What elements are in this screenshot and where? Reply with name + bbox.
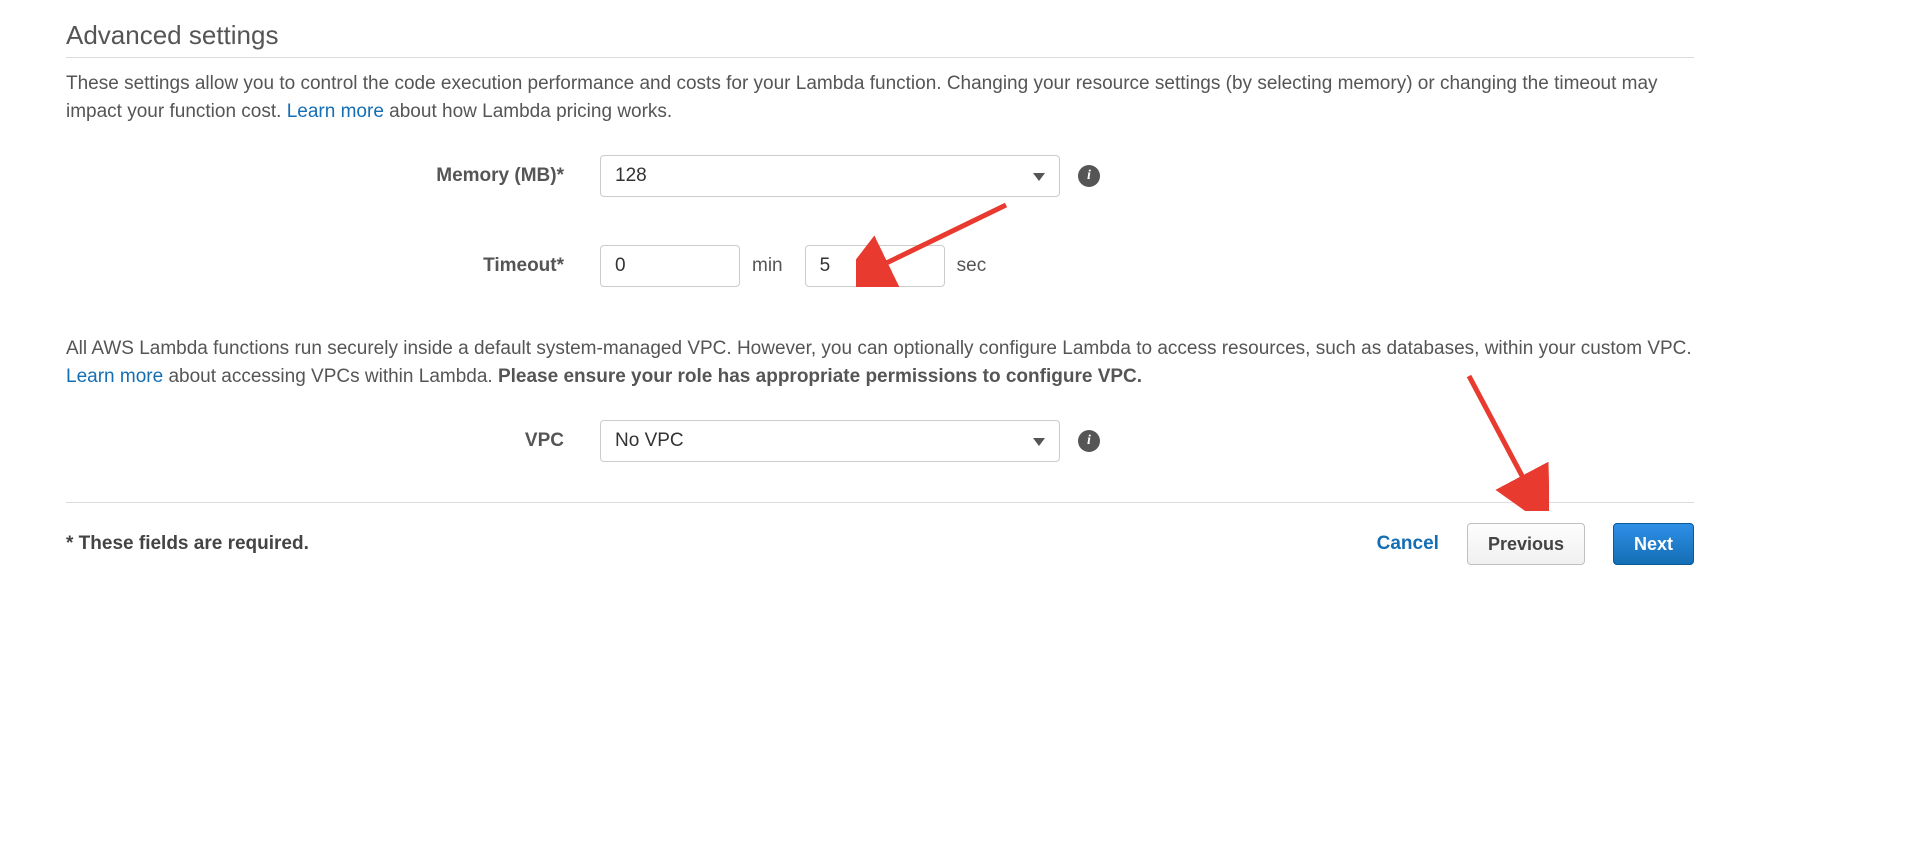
learn-more-vpc-link[interactable]: Learn more (66, 366, 163, 387)
memory-row: Memory (MB)* 128 i (66, 155, 1694, 197)
required-note: * These fields are required. (66, 533, 1377, 555)
vpc-select[interactable]: No VPC (600, 420, 1060, 462)
vpc-value: No VPC (615, 430, 684, 452)
vpc-label: VPC (66, 430, 600, 452)
memory-select[interactable]: 128 (600, 155, 1060, 197)
intro-text: These settings allow you to control the … (66, 70, 1694, 125)
section-title: Advanced settings (66, 20, 1694, 58)
intro-text-post: about how Lambda pricing works. (389, 101, 672, 122)
learn-more-pricing-link[interactable]: Learn more (287, 101, 384, 122)
timeout-min-input[interactable] (600, 245, 740, 287)
vpc-desc-bold: Please ensure your role has appropriate … (498, 366, 1142, 387)
previous-button[interactable]: Previous (1467, 523, 1585, 565)
timeout-sec-unit: sec (957, 255, 987, 277)
vpc-desc-pre: All AWS Lambda functions run securely in… (66, 338, 1692, 359)
cancel-link[interactable]: Cancel (1377, 533, 1439, 555)
chevron-down-icon (1033, 438, 1045, 446)
timeout-row: Timeout* min sec (66, 245, 1694, 287)
info-icon[interactable]: i (1078, 430, 1100, 452)
timeout-label: Timeout* (66, 255, 600, 277)
timeout-sec-input[interactable] (805, 245, 945, 287)
memory-value: 128 (615, 165, 647, 187)
footer-row: * These fields are required. Cancel Prev… (66, 523, 1694, 565)
timeout-min-unit: min (752, 255, 783, 277)
vpc-description: All AWS Lambda functions run securely in… (66, 335, 1694, 390)
vpc-desc-mid: about accessing VPCs within Lambda. (168, 366, 498, 387)
chevron-down-icon (1033, 173, 1045, 181)
next-button[interactable]: Next (1613, 523, 1694, 565)
vpc-row: VPC No VPC i (66, 420, 1694, 462)
info-icon[interactable]: i (1078, 165, 1100, 187)
footer-separator (66, 502, 1694, 503)
memory-label: Memory (MB)* (66, 165, 600, 187)
